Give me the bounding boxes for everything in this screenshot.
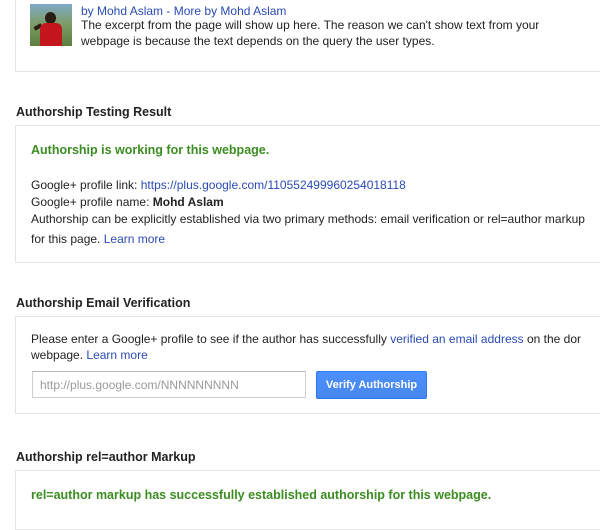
- email-intro-row-2: webpage. Learn more: [31, 347, 148, 363]
- avatar-body: [40, 23, 62, 46]
- preview-excerpt: The excerpt from the page will show up h…: [81, 18, 540, 48]
- methods-text: Authorship can be explicitly established…: [31, 212, 585, 226]
- learn-more-link-methods[interactable]: Learn more: [104, 232, 165, 246]
- author-avatar: [30, 4, 72, 46]
- rel-author-status: rel=author markup has successfully estab…: [31, 488, 492, 502]
- email-intro-line2: webpage.: [31, 348, 87, 362]
- testing-result-title: Authorship Testing Result: [16, 105, 172, 119]
- profile-link[interactable]: https://plus.google.com/1105524999602540…: [141, 178, 406, 192]
- profile-name-label: Google+ profile name:: [31, 195, 153, 209]
- verify-authorship-button[interactable]: Verify Authorship: [316, 371, 427, 399]
- email-verification-title: Authorship Email Verification: [16, 296, 191, 310]
- methods-text-cont-row: for this page. Learn more: [31, 231, 165, 247]
- learn-more-link-email[interactable]: Learn more: [86, 348, 147, 362]
- profile-name-row: Google+ profile name: Mohd Aslam: [31, 194, 224, 210]
- email-intro-row: Please enter a Google+ profile to see if…: [31, 331, 581, 347]
- profile-name: Mohd Aslam: [152, 195, 224, 209]
- methods-text-cont: for this page.: [31, 232, 104, 246]
- google-plus-profile-input[interactable]: [32, 371, 306, 398]
- profile-link-label: Google+ profile link:: [31, 178, 141, 192]
- author-link[interactable]: by Mohd Aslam: [81, 4, 163, 18]
- email-intro-tail: on the dor: [523, 332, 581, 346]
- rel-author-title: Authorship rel=author Markup: [16, 450, 196, 464]
- author-byline: by Mohd Aslam - More by Mohd Aslam: [81, 4, 286, 18]
- authorship-status: Authorship is working for this webpage.: [31, 143, 270, 157]
- email-intro-text: Please enter a Google+ profile to see if…: [31, 332, 391, 346]
- verified-email-link[interactable]: verified an email address: [390, 332, 523, 346]
- byline-separator: -: [163, 4, 174, 18]
- more-by-author-link[interactable]: More by Mohd Aslam: [174, 4, 287, 18]
- profile-link-row: Google+ profile link: https://plus.googl…: [31, 177, 406, 193]
